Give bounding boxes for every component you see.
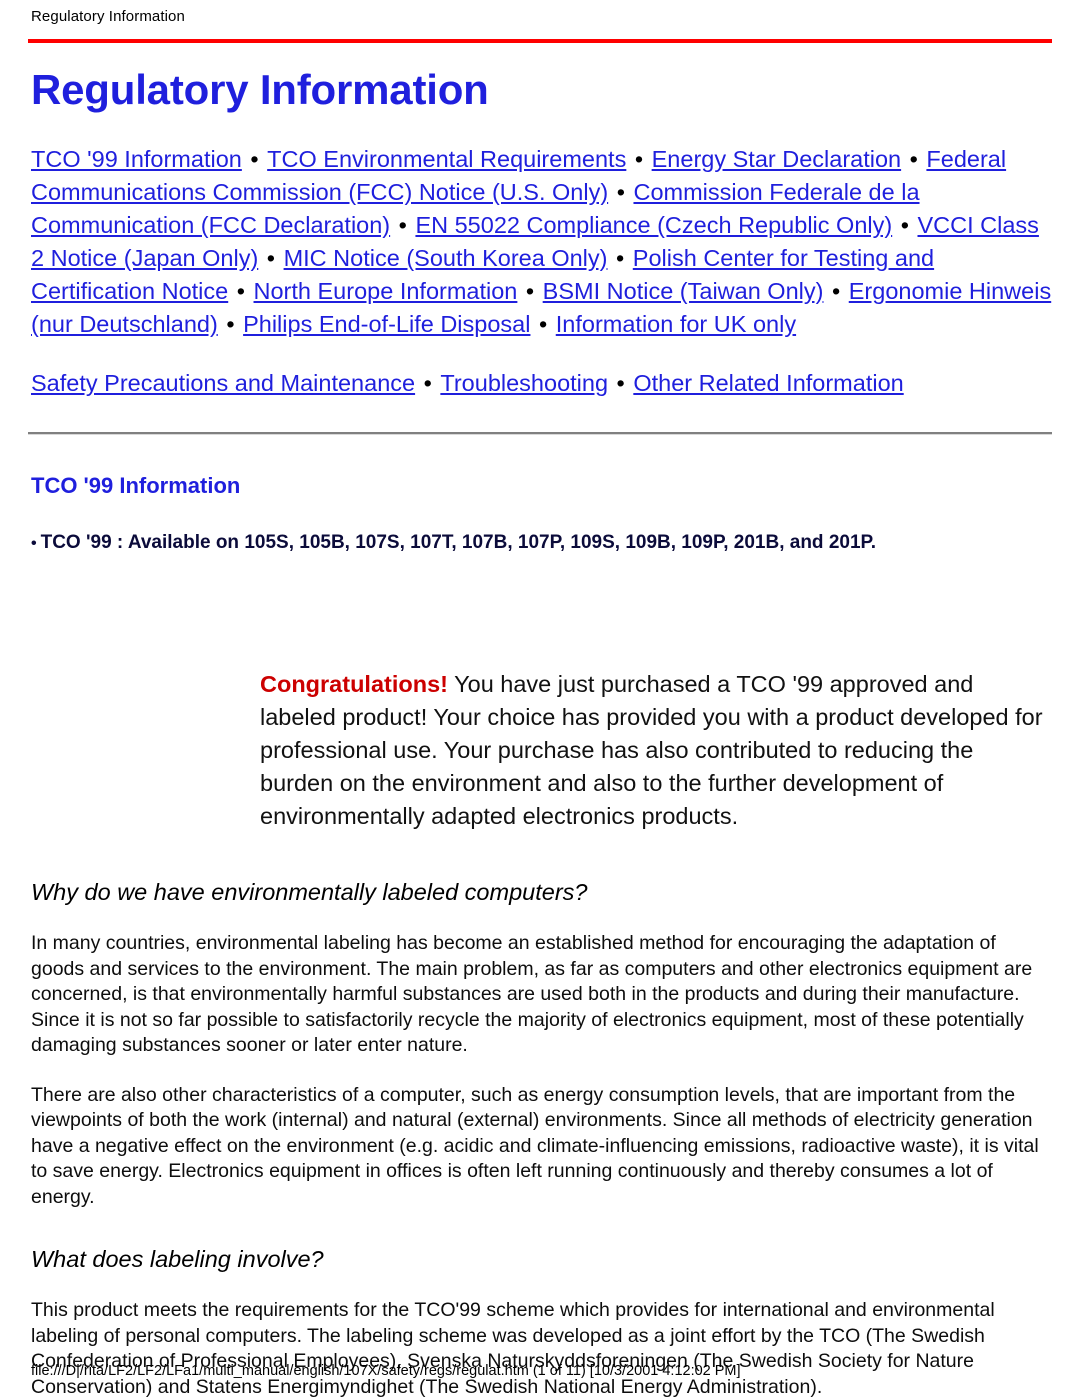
link-separator-bullet-icon: • [628,146,650,172]
paragraph-labeling-involve-1: This product meets the requirements for … [31,1299,995,1398]
page-title: Regulatory Information [31,66,489,113]
paragraph-why-labeled-2: There are also other characteristics of … [31,1083,1039,1208]
congratulations-paragraph: Congratulations! You have just purchased… [260,668,1052,833]
nav-link[interactable]: MIC Notice (South Korea Only) [284,245,608,271]
nav-link[interactable]: Energy Star Declaration [652,146,901,172]
section-heading-tco99: TCO '99 Information [31,473,241,498]
tco99-availability-text: TCO '99 : Available on 105S, 105B, 107S,… [40,532,877,553]
red-divider [28,39,1052,43]
link-separator-bullet-icon: • [417,370,439,396]
link-separator-bullet-icon: • [230,278,252,304]
nav-link[interactable]: North Europe Information [254,278,518,304]
link-separator-bullet-icon: • [392,212,414,238]
link-separator-bullet-icon: • [219,311,242,337]
link-separator-bullet-icon: • [610,370,632,396]
navigation-links-primary: TCO '99 Information • TCO Environmental … [31,143,1052,341]
nav-link[interactable]: BSMI Notice (Taiwan Only) [543,278,824,304]
nav-link[interactable]: TCO Environmental Requirements [267,146,626,172]
subheading-labeling-involve: What does labeling involve? [31,1246,324,1272]
link-separator-bullet-icon: • [903,146,925,172]
nav-link[interactable]: EN 55022 Compliance (Czech Republic Only… [415,212,892,238]
subheading-why-labeled: Why do we have environmentally labeled c… [31,879,588,905]
congratulations-lead: Congratulations! [260,671,448,697]
nav-link[interactable]: Information for UK only [556,311,796,337]
link-separator-bullet-icon: • [609,245,631,271]
section-divider-wrap [28,432,1052,435]
tco99-availability-line: • TCO '99 : Available on 105S, 105B, 107S… [31,531,1052,556]
breadcrumb: Regulatory Information [31,8,185,25]
nav-link[interactable]: TCO '99 Information [31,146,242,172]
link-separator-bullet-icon: • [519,278,541,304]
nav-link[interactable]: Safety Precautions and Maintenance [31,370,415,396]
status-bar-path: file:///D|/rita/LF2/LF2/LFa1/multi_manua… [31,1363,741,1379]
bullet-icon: • [31,535,37,552]
link-separator-bullet-icon: • [610,179,632,205]
link-separator-bullet-icon: • [260,245,282,271]
nav-link[interactable]: Troubleshooting [440,370,608,396]
nav-link[interactable]: Philips End-of-Life Disposal [243,311,530,337]
link-separator-bullet-icon: • [825,278,847,304]
navigation-links-secondary: Safety Precautions and Maintenance • Tro… [31,367,1052,400]
link-separator-bullet-icon: • [243,146,266,172]
link-separator-bullet-icon: • [532,311,554,337]
nav-link[interactable]: Other Related Information [633,370,903,396]
link-separator-bullet-icon: • [894,212,916,238]
document-page: Regulatory Information Regulatory Inform… [0,0,1080,1400]
paragraph-why-labeled-1: In many countries, environmental labelin… [31,932,1033,1056]
gray-divider [28,432,1052,435]
